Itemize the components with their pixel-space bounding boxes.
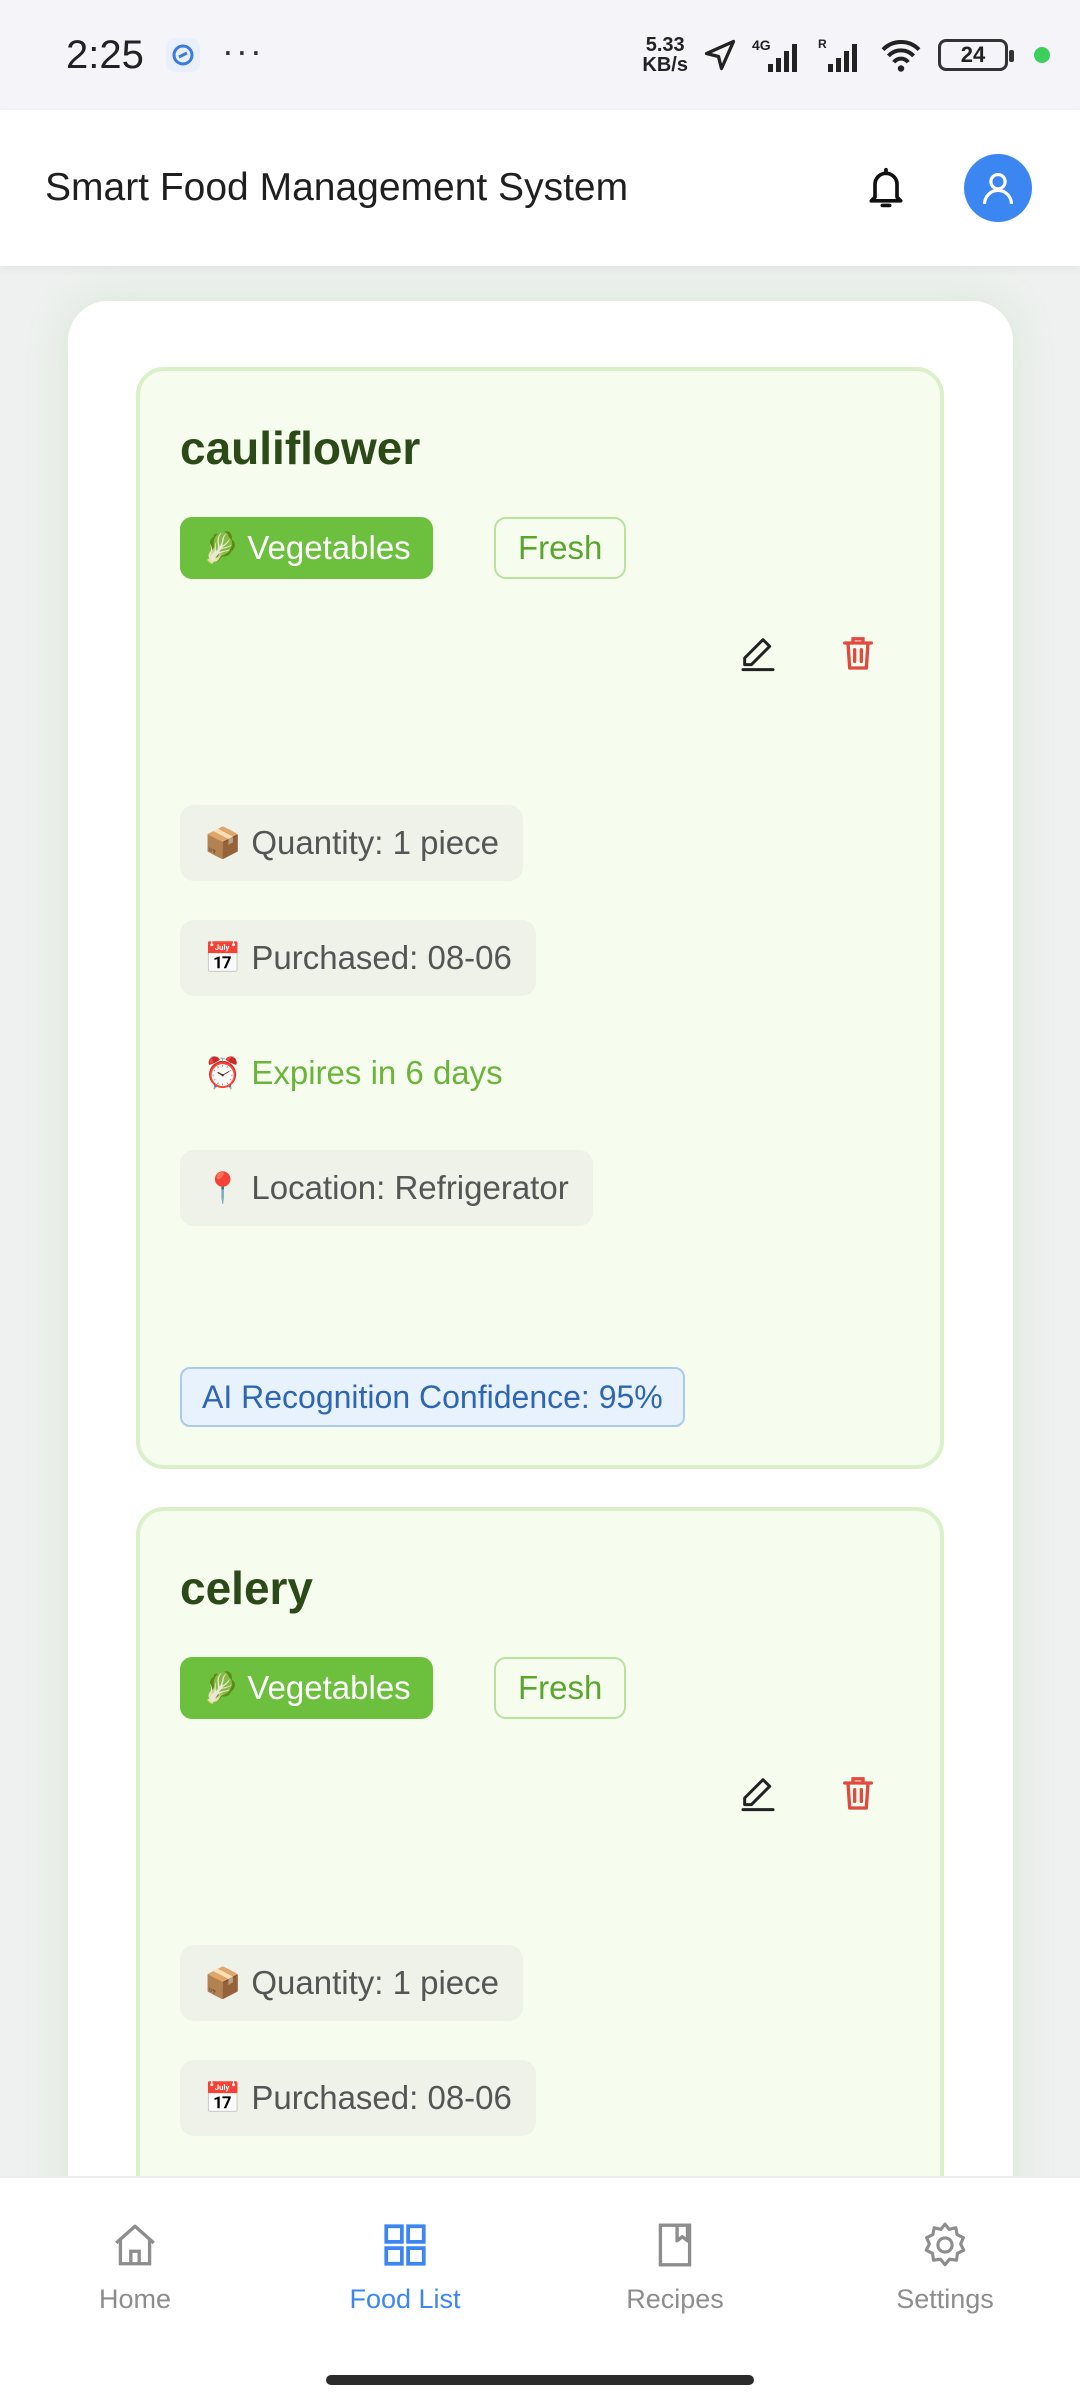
purchased-text: Purchased: 08-06 — [251, 939, 512, 976]
category-tag: 🥬 Vegetables — [180, 517, 433, 579]
nav-recipes-label: Recipes — [626, 2283, 724, 2314]
home-indicator[interactable] — [326, 2375, 754, 2385]
quantity-info: 📦 Quantity: 1 piece — [180, 805, 524, 881]
battery-icon: 24 — [938, 39, 1014, 71]
page-title: Smart Food Management System — [45, 166, 629, 209]
grid-icon — [384, 2223, 426, 2266]
food-card[interactable]: cauliflower 🥬 Vegetables Fresh 📦 Quantit… — [136, 367, 944, 1469]
location-info: 📍 Location: Refrigerator — [180, 1150, 593, 1226]
net-speed-unit: KB/s — [642, 54, 688, 76]
nav-home[interactable]: Home — [35, 2220, 235, 2315]
app-header: Smart Food Management System — [0, 110, 1080, 266]
roaming-indicator: R — [818, 37, 827, 51]
category-label: Vegetables — [247, 529, 411, 566]
expiry-info: ⏰ Expires in 6 days — [180, 1035, 527, 1111]
home-icon — [115, 2224, 155, 2265]
nav-recipes[interactable]: Recipes — [575, 2220, 775, 2315]
user-icon — [982, 172, 1014, 204]
pencil-icon — [741, 638, 775, 672]
edit-button[interactable] — [730, 625, 786, 681]
freshness-tag: Fresh — [494, 517, 627, 579]
calendar-icon: 📅 — [204, 2080, 242, 2116]
purchased-text: Purchased: 08-06 — [251, 2079, 512, 2116]
user-avatar-button[interactable] — [964, 154, 1032, 222]
nav-settings-label: Settings — [896, 2283, 994, 2314]
header-actions — [864, 154, 1032, 222]
status-bar: 2:25 ··· 5.33 KB/s 4G R 24 — [0, 0, 1080, 110]
app-notification-icon — [165, 38, 200, 72]
food-card[interactable]: celery 🥬 Vegetables Fresh 📦 Quantity: 1 … — [136, 1507, 944, 2176]
bell-icon[interactable] — [864, 164, 908, 212]
signal-roaming-icon: R — [818, 37, 857, 72]
status-time: 2:25 — [66, 32, 144, 77]
expiry-text: Expires in 6 days — [251, 1054, 503, 1091]
bottom-nav: Home Food List Recipes Settings — [0, 2176, 1080, 2356]
quantity-text: Quantity: 1 piece — [251, 824, 500, 861]
location-text: Location: Refrigerator — [251, 1169, 569, 1206]
network-type: 4G — [752, 37, 771, 53]
alarm-clock-icon: ⏰ — [204, 1055, 242, 1091]
purchased-info: 📅 Purchased: 08-06 — [180, 2060, 536, 2136]
nav-home-label: Home — [98, 2283, 172, 2314]
nav-food-list-label: Food List — [349, 2283, 461, 2314]
main-content[interactable]: cauliflower 🥬 Vegetables Fresh 📦 Quantit… — [0, 266, 1080, 2176]
food-name: cauliflower — [180, 422, 421, 474]
quantity-info: 📦 Quantity: 1 piece — [180, 1945, 524, 2021]
delete-button[interactable] — [830, 625, 886, 681]
package-icon: 📦 — [204, 825, 242, 861]
vegetable-icon: 🥬 — [202, 530, 240, 566]
purchased-info: 📅 Purchased: 08-06 — [180, 920, 536, 996]
net-speed: 5.33 KB/s — [642, 35, 688, 75]
category-label: Vegetables — [247, 1669, 411, 1706]
gear-icon — [924, 2222, 966, 2266]
quantity-text: Quantity: 1 piece — [251, 1964, 500, 2001]
freshness-tag: Fresh — [494, 1657, 627, 1719]
more-notifications-icon: ··· — [221, 30, 264, 71]
pin-icon: 📍 — [204, 1170, 242, 1206]
ai-confidence-badge: AI Recognition Confidence: 95% — [180, 1367, 685, 1427]
location-arrow-icon — [704, 39, 736, 71]
status-left: 2:25 ··· — [66, 30, 264, 78]
nav-food-list[interactable]: Food List — [305, 2220, 505, 2315]
food-list-panel: cauliflower 🥬 Vegetables Fresh 📦 Quantit… — [68, 301, 1013, 2176]
signal-4g-icon: 4G — [752, 37, 797, 72]
package-icon: 📦 — [204, 1965, 242, 2001]
book-icon — [658, 2223, 692, 2266]
food-name: celery — [180, 1562, 314, 1614]
calendar-icon: 📅 — [204, 940, 242, 976]
category-tag: 🥬 Vegetables — [180, 1657, 433, 1719]
nav-settings[interactable]: Settings — [845, 2220, 1045, 2315]
trash-icon — [843, 1777, 873, 1810]
trash-icon — [843, 637, 873, 670]
delete-button[interactable] — [830, 1765, 886, 1821]
battery-level: 24 — [960, 42, 986, 67]
edit-button[interactable] — [730, 1765, 786, 1821]
pencil-icon — [741, 1778, 775, 1812]
wifi-icon — [881, 40, 921, 72]
net-speed-value: 5.33 — [645, 34, 685, 56]
status-right: 5.33 KB/s 4G R 24 — [642, 35, 1050, 75]
privacy-indicator-dot — [1034, 47, 1050, 63]
vegetable-icon: 🥬 — [202, 1670, 240, 1706]
